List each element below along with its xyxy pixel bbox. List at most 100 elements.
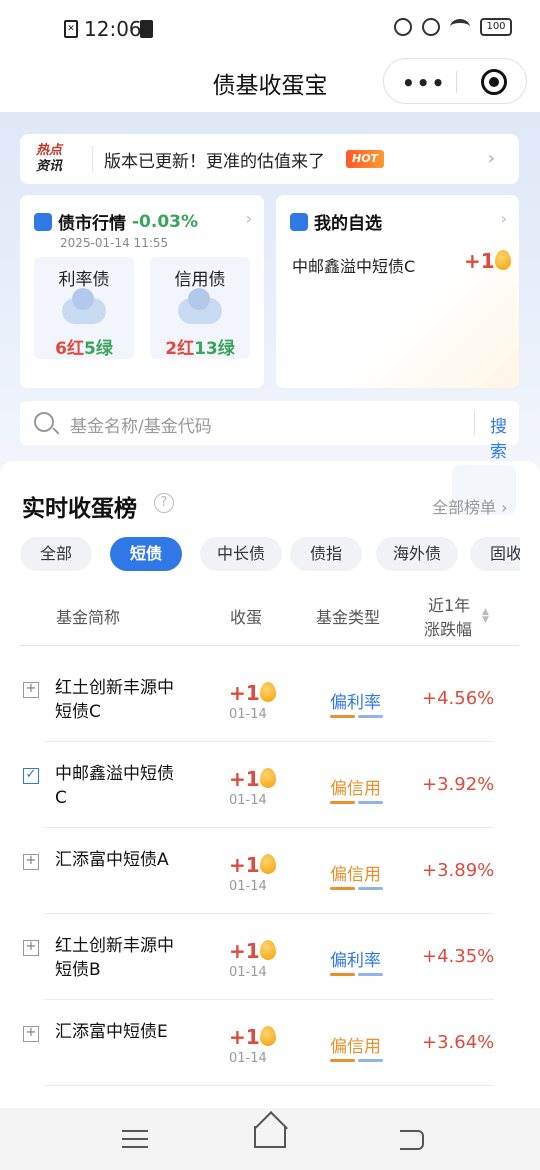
add-watchlist-checkbox[interactable]: + [23, 940, 39, 956]
col-1y-change-l2[interactable]: 涨跌幅 [424, 616, 472, 640]
tab-overseas-bond[interactable]: 海外债 [376, 537, 458, 571]
change-1y: +4.35% [422, 946, 495, 967]
credit-bond-counts: 2红13绿 [165, 339, 235, 359]
hot-news-tag: 热点 资讯 [36, 143, 63, 174]
eggs-date: 01-14 [229, 1051, 267, 1066]
bond-market-card[interactable]: 债市行情 -0.03% › 2025-01-14 11:55 利率债 6红5绿 … [20, 195, 264, 388]
search-divider [474, 411, 475, 435]
alarm-icon [394, 18, 412, 36]
eggs-date: 01-14 [229, 707, 267, 722]
add-watchlist-checkbox[interactable]: + [23, 854, 39, 870]
change-1y: +3.92% [422, 774, 495, 795]
chevron-right-icon: › [487, 148, 495, 169]
wifi-icon [450, 19, 470, 35]
rate-bond-label: 利率债 [58, 270, 110, 290]
back-icon[interactable] [400, 1130, 424, 1150]
fund-type: 偏信用 [330, 1032, 383, 1062]
change-1y: +3.64% [422, 1032, 495, 1053]
menu-icon[interactable] [122, 1130, 148, 1148]
sort-icon[interactable]: ▲ ▼ [482, 608, 489, 625]
news-banner[interactable]: 热点 资讯 版本已更新！更准的估值来了 HOT › [20, 134, 519, 184]
all-rankings-link[interactable]: 全部榜单 › [432, 494, 508, 518]
fund-type: 偏信用 [330, 860, 383, 890]
col-fund-type: 基金类型 [316, 608, 381, 627]
chart-icon [34, 212, 52, 231]
credit-bond-tile[interactable]: 信用债 2红13绿 [150, 257, 250, 359]
ranking-title: 实时收蛋榜 [22, 496, 137, 522]
header-divider [20, 645, 519, 646]
tab-all[interactable]: 全部 [20, 537, 92, 571]
chevron-right-icon: › [500, 209, 507, 228]
fund-name: 红土创新丰源中短债C [55, 678, 174, 722]
table-row[interactable]: + 汇添富中短债A +1 01-14 偏信用 +3.89% [0, 828, 540, 914]
change-1y: +3.89% [422, 860, 495, 881]
tab-fixed-income[interactable]: 固收 [470, 537, 520, 571]
sim-card-icon: ✕ [64, 20, 78, 38]
chevron-right-icon: › [245, 209, 252, 228]
row-divider [44, 1085, 494, 1086]
rate-bond-tile[interactable]: 利率债 6红5绿 [34, 257, 134, 359]
status-icons: 100 [394, 18, 512, 36]
table-row[interactable]: + 红土创新丰源中短债C +1 01-14 偏利率 +4.56% [0, 656, 540, 742]
fund-type: 偏信用 [330, 774, 383, 804]
col-eggs: 收蛋 [230, 608, 263, 627]
table-row[interactable]: + 汇添富中短债E +1 01-14 偏信用 +3.64% [0, 1000, 540, 1086]
search-button[interactable]: 搜索 [490, 412, 519, 462]
tab-bond-index[interactable]: 债指 [290, 537, 362, 571]
eggs-value: +1 [229, 940, 276, 962]
change-1y: +4.56% [422, 688, 495, 709]
eggs-value: +1 [229, 768, 276, 790]
egg-icon [259, 768, 276, 788]
fund-type: 偏利率 [330, 688, 383, 718]
hot-badge: HOT [346, 150, 385, 168]
col-1y-change-l1[interactable]: 近1年 [428, 592, 470, 616]
eggs-value: +1 [229, 682, 276, 704]
battery-icon: 100 [480, 18, 512, 36]
egg-icon [259, 854, 276, 874]
watchlist-eggs: +1 [464, 249, 511, 273]
market-change: -0.03% [132, 211, 199, 232]
egg-icon [259, 682, 276, 702]
title-bar: 债基收蛋宝 ••• [0, 58, 540, 114]
add-watchlist-checkbox[interactable]: ✓ [23, 768, 39, 784]
watchlist-card[interactable]: 我的自选 › 中邮鑫溢中短债C +1 [276, 195, 519, 388]
category-tabs: 全部 短债 中长债 债指 海外债 固收 [20, 537, 520, 571]
mute-icon [422, 18, 440, 36]
watchlist-fund-name[interactable]: 中邮鑫溢中短债C [292, 253, 415, 277]
eggs-date: 01-14 [229, 793, 267, 808]
watchlist-title: 我的自选 [314, 214, 382, 234]
table-row[interactable]: + 红土创新丰源中短债B +1 01-14 偏利率 +4.35% [0, 914, 540, 1000]
eggs-date: 01-14 [229, 879, 267, 894]
fund-name: 中邮鑫溢中短债C [55, 764, 174, 808]
cloudy-icon [62, 288, 106, 324]
market-date: 2025-01-14 11:55 [60, 236, 169, 250]
search-input[interactable]: 基金名称/基金代码 [70, 412, 212, 437]
status-time: 12:06 [84, 17, 142, 41]
banner-message: 版本已更新！更准的估值来了 [104, 152, 325, 172]
capsule-divider [456, 71, 457, 93]
tab-mid-long-bond[interactable]: 中长债 [200, 537, 282, 571]
fund-name: 红土创新丰源中短债B [55, 936, 174, 980]
table-header: 基金简称 收蛋 基金类型 近1年 涨跌幅 ▲ ▼ [0, 588, 540, 646]
more-button[interactable]: ••• [402, 71, 446, 95]
fund-type: 偏利率 [330, 946, 383, 976]
egg-icon [259, 1026, 276, 1046]
fund-name: 汇添富中短债E [55, 1022, 168, 1042]
table-row[interactable]: ✓ 中邮鑫溢中短债C +1 01-14 偏信用 +3.92% [0, 742, 540, 828]
add-watchlist-checkbox[interactable]: + [23, 1026, 39, 1042]
help-icon[interactable]: ? [154, 493, 174, 513]
home-icon[interactable] [254, 1126, 286, 1148]
fund-search-bar[interactable]: 基金名称/基金代码 搜索 [20, 401, 519, 462]
add-watchlist-checkbox[interactable]: + [23, 682, 39, 698]
close-target-icon[interactable] [481, 69, 507, 95]
banner-divider [92, 146, 93, 172]
mini-program-capsule: ••• [383, 58, 527, 104]
tab-short-bond[interactable]: 短债 [110, 537, 182, 571]
market-title: 债市行情 [58, 214, 126, 234]
rain-cloud-icon [178, 288, 222, 324]
col-fund-name: 基金简称 [56, 608, 121, 627]
clipboard-icon [140, 20, 153, 38]
eggs-date: 01-14 [229, 965, 267, 980]
egg-icon [494, 250, 511, 270]
system-nav-bar [0, 1108, 540, 1170]
